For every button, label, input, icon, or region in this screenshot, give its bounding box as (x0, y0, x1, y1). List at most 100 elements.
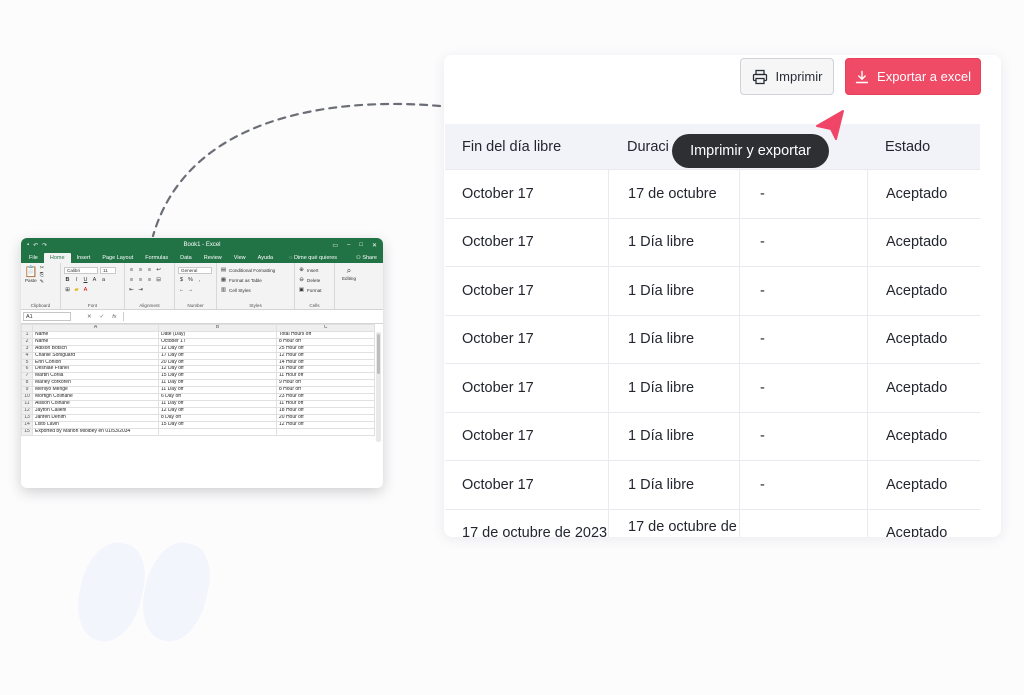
spreadsheet-cell[interactable]: October 17 (158, 337, 277, 346)
row-number[interactable]: 4 (21, 351, 33, 360)
row-number[interactable]: 6 (21, 365, 33, 374)
spreadsheet-cell[interactable]: 8 Hour off (276, 337, 375, 346)
format-painter-icon[interactable]: ✎ (40, 279, 44, 285)
spreadsheet-cell[interactable]: 15 Day off (158, 372, 277, 381)
spreadsheet-cell[interactable]: 6 Day off (158, 393, 277, 401)
column-header[interactable]: B (158, 324, 277, 332)
enter-icon[interactable]: ✓ (100, 314, 105, 320)
currency-icon[interactable]: $ (178, 277, 185, 284)
wrap-text-icon[interactable]: ↩ (155, 267, 162, 274)
spreadsheet-cell[interactable]: Date (Day) (158, 330, 277, 339)
delete-cells-button[interactable]: ⊖ Delete (298, 275, 331, 285)
spreadsheet-cell[interactable]: Merliyo Menge (32, 386, 159, 395)
spreadsheet-cell[interactable] (276, 427, 375, 436)
print-button[interactable]: Imprimir (740, 58, 834, 95)
header-end-date[interactable]: Fin del día libre (445, 124, 608, 169)
column-header[interactable]: C (276, 324, 375, 332)
tab-data[interactable]: Data (174, 253, 198, 263)
tab-formulas[interactable]: Formulas (139, 253, 174, 263)
decrease-decimal-icon[interactable]: → (187, 287, 194, 294)
spreadsheet-cell[interactable]: Morfign Collhane (32, 393, 159, 401)
spreadsheet-cell[interactable]: 18 Hour off (276, 406, 375, 415)
spreadsheet-cell[interactable]: 12 Hour off (276, 351, 375, 360)
spreadsheet-cell[interactable]: 8 Day off (158, 413, 277, 422)
spreadsheet-cell[interactable]: 11 Day off (158, 399, 277, 408)
underline-icon[interactable]: U (82, 277, 89, 284)
spreadsheet-cell[interactable]: Name (32, 337, 159, 346)
undo-icon[interactable]: ↶ (33, 242, 38, 249)
bold-icon[interactable]: B (64, 277, 71, 284)
format-cells-button[interactable]: ▣ Format (298, 285, 331, 295)
spreadsheet-cell[interactable]: 12 Hour off (276, 420, 375, 429)
spreadsheet-cell[interactable]: Name (32, 330, 159, 339)
align-right-icon[interactable]: ≡ (146, 277, 153, 284)
row-number[interactable]: 9 (21, 386, 33, 395)
row-number[interactable]: 3 (21, 344, 33, 353)
fill-color-icon[interactable]: ▰ (73, 287, 80, 294)
spreadsheet-cell[interactable]: Listo Lavin (32, 420, 159, 429)
spreadsheet-cell[interactable]: 9 Hour off (276, 379, 375, 388)
ribbon-display-icon[interactable]: ▭ (332, 242, 338, 249)
tab-page-layout[interactable]: Page Layout (96, 253, 139, 263)
font-color-icon[interactable]: A (82, 287, 89, 294)
spreadsheet-cell[interactable]: Jayfon Callenl (32, 406, 159, 415)
tab-view[interactable]: View (228, 253, 252, 263)
italic-icon[interactable]: I (73, 277, 80, 284)
spreadsheet-cell[interactable]: 12 Day off (158, 344, 277, 353)
spreadsheet-cell[interactable]: 20 Day off (158, 358, 277, 367)
redo-icon[interactable]: ↷ (42, 242, 47, 249)
save-icon[interactable]: ▪ (27, 242, 29, 249)
column-header[interactable]: A (32, 324, 159, 332)
row-number[interactable]: 13 (21, 413, 33, 422)
decrease-indent-icon[interactable]: ⇤ (128, 287, 135, 294)
spreadsheet-cell[interactable]: 8 Hour off (276, 386, 375, 395)
borders-icon[interactable]: ⊞ (64, 287, 71, 294)
spreadsheet-cell[interactable]: 11 Day off (158, 386, 277, 395)
maximize-icon[interactable]: □ (359, 242, 363, 249)
align-top-icon[interactable]: ≡ (128, 267, 135, 274)
spreadsheet-cell[interactable]: Marley corkoren (32, 379, 159, 388)
row-number[interactable]: 15 (21, 427, 33, 436)
share-button[interactable]: ⚇ Share (350, 253, 383, 263)
increase-decimal-icon[interactable]: ← (178, 287, 185, 294)
shrink-font-icon[interactable]: a (100, 277, 107, 284)
spreadsheet-cell[interactable]: Exported by Marlon Miolbey en 01/53/2034 (32, 427, 159, 436)
spreadsheet-cell[interactable]: 12 Day off (158, 365, 277, 374)
spreadsheet-cell[interactable]: 25 Hour off (276, 344, 375, 353)
spreadsheet-cell[interactable]: Charlie Soniguard (32, 351, 159, 360)
formula-input[interactable] (122, 312, 384, 321)
cancel-icon[interactable]: ✕ (87, 314, 92, 320)
row-number[interactable]: 8 (21, 379, 33, 388)
header-status[interactable]: Estado (867, 124, 980, 169)
name-box[interactable]: A1 (23, 312, 71, 321)
row-number[interactable]: 11 (21, 399, 33, 408)
tell-me-search[interactable]: ◌ Dime qué quieres (285, 253, 341, 263)
paste-button[interactable]: 📋 Paste (24, 265, 38, 283)
spreadsheet-cell[interactable] (158, 427, 277, 436)
minimize-icon[interactable]: – (347, 242, 350, 249)
align-middle-icon[interactable]: ≡ (137, 267, 144, 274)
spreadsheet-cell[interactable]: Janfen Denim (32, 413, 159, 422)
row-number[interactable]: 2 (21, 337, 33, 346)
spreadsheet-cell[interactable]: 11 Hour off (276, 399, 375, 408)
spreadsheet-cell[interactable]: Allison Colhane (32, 399, 159, 408)
comma-icon[interactable]: , (196, 277, 203, 284)
row-number[interactable]: 1 (21, 330, 33, 339)
number-format-select[interactable]: General (178, 266, 212, 274)
function-icon[interactable]: fx (112, 314, 116, 320)
font-name-select[interactable]: Calibri (64, 266, 98, 274)
merge-center-icon[interactable]: ⊟ (155, 277, 162, 284)
spreadsheet-cell[interactable]: 17 Day off (158, 351, 277, 360)
spreadsheet-cell[interactable]: 15 Day off (158, 420, 277, 429)
row-number[interactable]: 12 (21, 406, 33, 415)
insert-cells-button[interactable]: ⊕ Insert (298, 265, 331, 275)
tab-home[interactable]: Home (43, 253, 71, 263)
vertical-scrollbar[interactable] (376, 332, 381, 442)
cell-styles-button[interactable]: ▥ Cell Styles (220, 285, 291, 295)
font-size-select[interactable]: 11 (100, 266, 116, 274)
tab-file[interactable]: File (23, 253, 44, 263)
copy-icon[interactable]: ⎘ (40, 272, 44, 278)
conditional-formatting-button[interactable]: ▤ Conditional Formatting (220, 265, 291, 275)
increase-indent-icon[interactable]: ⇥ (137, 287, 144, 294)
spreadsheet-cell[interactable]: Total Hours off (276, 330, 375, 339)
